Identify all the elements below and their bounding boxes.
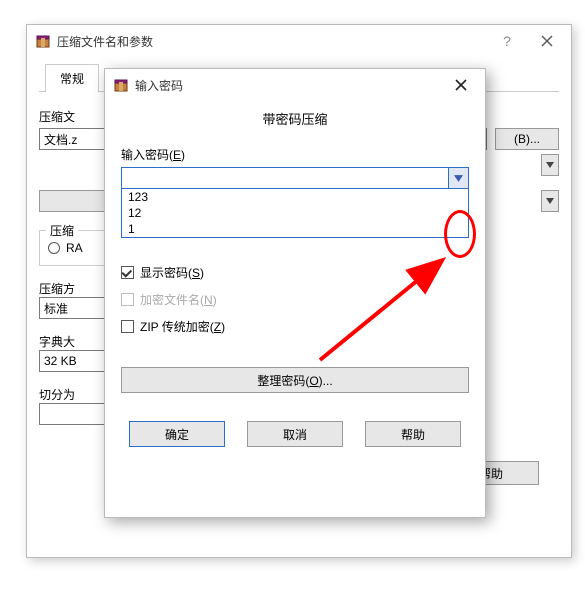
parent-titlebar: 压缩文件名和参数 ? bbox=[27, 25, 571, 57]
password-body: 输入密码(E) 123 12 1 显示密码(S) 加密文件名(N) ZIP 传统… bbox=[105, 146, 485, 463]
password-titlebar: 输入密码 bbox=[105, 69, 485, 101]
password-option[interactable]: 1 bbox=[122, 221, 468, 237]
password-dropdown-button[interactable] bbox=[448, 168, 468, 188]
password-input[interactable] bbox=[122, 168, 448, 188]
show-password-checkbox[interactable]: 显示密码(S) bbox=[121, 264, 469, 281]
browse-button[interactable]: (B)... bbox=[495, 128, 559, 150]
checkbox-icon bbox=[121, 293, 134, 306]
format-rar-radio[interactable]: RA bbox=[48, 241, 110, 255]
password-dialog: 输入密码 带密码压缩 输入密码(E) 123 12 1 显示密码(S) 加密文件… bbox=[104, 68, 486, 518]
help-button[interactable]: ? bbox=[487, 27, 527, 55]
checkbox-icon bbox=[121, 320, 134, 333]
password-title: 输入密码 bbox=[135, 77, 441, 94]
method-combo[interactable]: 标准 bbox=[39, 297, 111, 319]
dict-combo[interactable]: 32 KB bbox=[39, 350, 111, 372]
archive-icon bbox=[113, 77, 129, 93]
encrypt-filenames-checkbox: 加密文件名(N) bbox=[121, 291, 469, 308]
password-dropdown-list[interactable]: 123 12 1 bbox=[121, 189, 469, 238]
password-heading: 带密码压缩 bbox=[105, 109, 485, 128]
update-mode-dropdown[interactable] bbox=[541, 190, 559, 212]
password-close-button[interactable] bbox=[441, 71, 481, 99]
organize-passwords-button[interactable]: 整理密码(O)... bbox=[121, 367, 469, 393]
zip-legacy-checkbox[interactable]: ZIP 传统加密(Z) bbox=[121, 318, 469, 335]
password-ok-button[interactable]: 确定 bbox=[129, 421, 225, 447]
password-cancel-button[interactable]: 取消 bbox=[247, 421, 343, 447]
close-button[interactable] bbox=[527, 27, 567, 55]
password-combobox[interactable] bbox=[121, 167, 469, 189]
password-label: 输入密码(E) bbox=[121, 146, 469, 163]
archive-dropdown-button[interactable] bbox=[541, 154, 559, 176]
password-buttonrow: 确定 取消 帮助 bbox=[121, 421, 469, 463]
format-label: 压缩 bbox=[46, 222, 78, 239]
archive-icon bbox=[35, 33, 51, 49]
password-option[interactable]: 123 bbox=[122, 189, 468, 205]
password-option[interactable]: 12 bbox=[122, 205, 468, 221]
password-help-button[interactable]: 帮助 bbox=[365, 421, 461, 447]
parent-title: 压缩文件名和参数 bbox=[57, 33, 487, 50]
checkbox-icon bbox=[121, 266, 134, 279]
tab-general[interactable]: 常规 bbox=[45, 64, 99, 92]
